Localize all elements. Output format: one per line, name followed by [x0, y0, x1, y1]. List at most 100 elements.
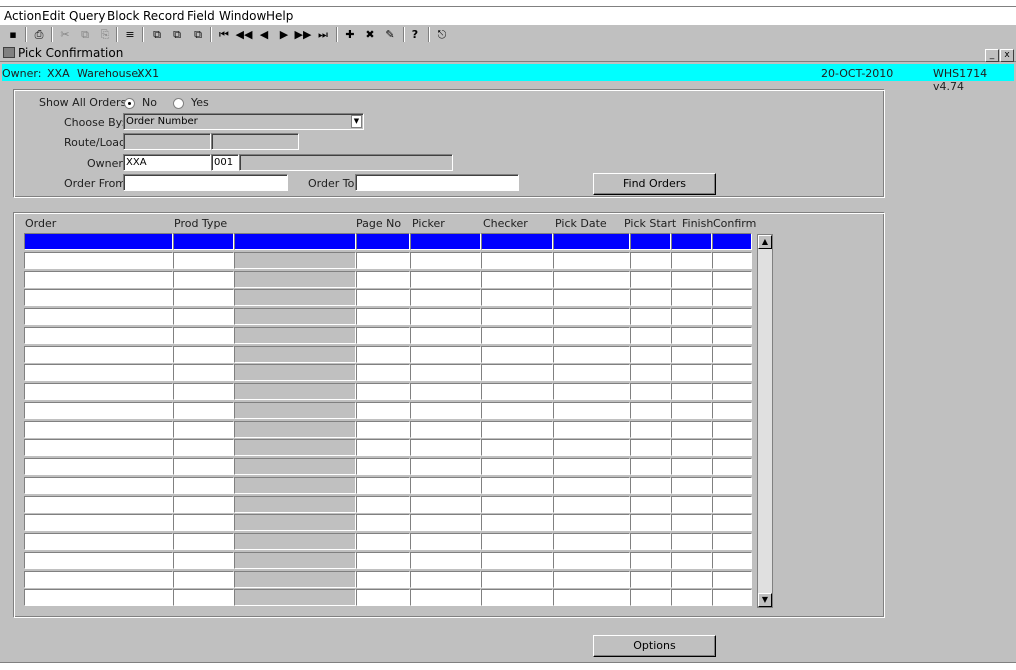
copy-icon[interactable]: ⧉ [77, 27, 93, 42]
minimize-button[interactable]: _ [985, 49, 999, 62]
paste-icon[interactable]: ⎘ [97, 27, 113, 42]
pick-date-cell[interactable] [553, 383, 630, 400]
page-no-cell[interactable] [356, 289, 410, 306]
confirm-cell[interactable] [712, 496, 752, 513]
pick-date-cell[interactable] [553, 327, 630, 344]
copy-record-icon[interactable]: ⧉ [149, 27, 165, 42]
checker-cell[interactable] [481, 327, 553, 344]
menu-edit[interactable]: Edit [42, 9, 65, 23]
exit-icon[interactable]: ⎋ [434, 27, 450, 42]
order-cell[interactable] [24, 589, 173, 606]
finish-cell[interactable] [671, 477, 712, 494]
finish-cell[interactable] [671, 571, 712, 588]
confirm-cell[interactable] [712, 477, 752, 494]
pick-start-cell[interactable] [630, 589, 671, 606]
picker-cell[interactable] [410, 533, 481, 550]
page-no-cell[interactable] [356, 308, 410, 325]
pick-date-cell[interactable] [553, 308, 630, 325]
pick-start-cell[interactable] [630, 533, 671, 550]
page-no-cell[interactable] [356, 346, 410, 363]
pick-start-cell[interactable] [630, 289, 671, 306]
prod-type-cell[interactable] [173, 289, 234, 306]
checker-cell[interactable] [481, 383, 553, 400]
pick-start-cell[interactable] [630, 327, 671, 344]
close-button[interactable]: x [1000, 49, 1014, 62]
prod-type-cell[interactable] [173, 477, 234, 494]
prod-type-cell[interactable] [173, 571, 234, 588]
grid-scrollbar[interactable]: ▲ ▼ [757, 234, 773, 608]
prod-type-cell[interactable] [173, 439, 234, 456]
duplicate-icon[interactable]: ⧉ [169, 27, 185, 42]
menu-field[interactable]: Field [187, 9, 215, 23]
pick-start-cell[interactable] [630, 233, 671, 250]
finish-cell[interactable] [671, 252, 712, 269]
pick-start-cell[interactable] [630, 252, 671, 269]
picker-cell[interactable] [410, 496, 481, 513]
pick-date-cell[interactable] [553, 571, 630, 588]
prod-type-cell[interactable] [173, 458, 234, 475]
pick-start-cell[interactable] [630, 383, 671, 400]
page-no-cell[interactable] [356, 589, 410, 606]
list-icon[interactable]: ≡ [122, 27, 138, 42]
checker-cell[interactable] [481, 439, 553, 456]
order-cell[interactable] [24, 289, 173, 306]
order-cell[interactable] [24, 514, 173, 531]
order-cell[interactable] [24, 308, 173, 325]
finish-cell[interactable] [671, 458, 712, 475]
checker-cell[interactable] [481, 346, 553, 363]
confirm-cell[interactable] [712, 458, 752, 475]
confirm-cell[interactable] [712, 364, 752, 381]
first-record-icon[interactable]: ⏮ [216, 27, 232, 42]
pick-start-cell[interactable] [630, 271, 671, 288]
previous-block-icon[interactable]: ◀◀ [235, 27, 253, 42]
confirm-cell[interactable] [712, 233, 752, 250]
order-cell[interactable] [24, 233, 173, 250]
delete-record-icon[interactable]: ✖ [362, 27, 378, 42]
finish-cell[interactable] [671, 533, 712, 550]
picker-cell[interactable] [410, 571, 481, 588]
prod-type-cell[interactable] [173, 271, 234, 288]
page-no-cell[interactable] [356, 496, 410, 513]
checker-cell[interactable] [481, 271, 553, 288]
picker-cell[interactable] [410, 327, 481, 344]
prod-type-cell[interactable] [173, 233, 234, 250]
prod-type-cell[interactable] [173, 364, 234, 381]
checker-cell[interactable] [481, 552, 553, 569]
order-cell[interactable] [24, 252, 173, 269]
chevron-down-icon[interactable]: ▼ [351, 115, 362, 128]
confirm-cell[interactable] [712, 289, 752, 306]
finish-cell[interactable] [671, 289, 712, 306]
finish-cell[interactable] [671, 439, 712, 456]
owner-number-field[interactable]: 001 [211, 154, 239, 171]
checker-cell[interactable] [481, 533, 553, 550]
picker-cell[interactable] [410, 421, 481, 438]
finish-cell[interactable] [671, 233, 712, 250]
pick-start-cell[interactable] [630, 439, 671, 456]
help-icon[interactable]: ? [407, 27, 423, 42]
confirm-cell[interactable] [712, 327, 752, 344]
pick-date-cell[interactable] [553, 271, 630, 288]
picker-cell[interactable] [410, 271, 481, 288]
pick-date-cell[interactable] [553, 514, 630, 531]
prod-type-cell[interactable] [173, 533, 234, 550]
menu-help[interactable]: Help [266, 9, 293, 23]
route-field[interactable] [123, 133, 211, 150]
order-cell[interactable] [24, 571, 173, 588]
last-record-icon[interactable]: ⏭ [315, 27, 331, 42]
save-icon[interactable]: ▪ [5, 27, 21, 42]
finish-cell[interactable] [671, 552, 712, 569]
scroll-up-icon[interactable]: ▲ [758, 235, 772, 249]
pick-date-cell[interactable] [553, 252, 630, 269]
checker-cell[interactable] [481, 458, 553, 475]
order-cell[interactable] [24, 402, 173, 419]
order-cell[interactable] [24, 327, 173, 344]
checker-cell[interactable] [481, 477, 553, 494]
cut-icon[interactable]: ✂ [57, 27, 73, 42]
options-button[interactable]: Options [593, 635, 716, 657]
page-no-cell[interactable] [356, 383, 410, 400]
picker-cell[interactable] [410, 308, 481, 325]
confirm-cell[interactable] [712, 383, 752, 400]
checker-cell[interactable] [481, 233, 553, 250]
picker-cell[interactable] [410, 458, 481, 475]
checker-cell[interactable] [481, 514, 553, 531]
